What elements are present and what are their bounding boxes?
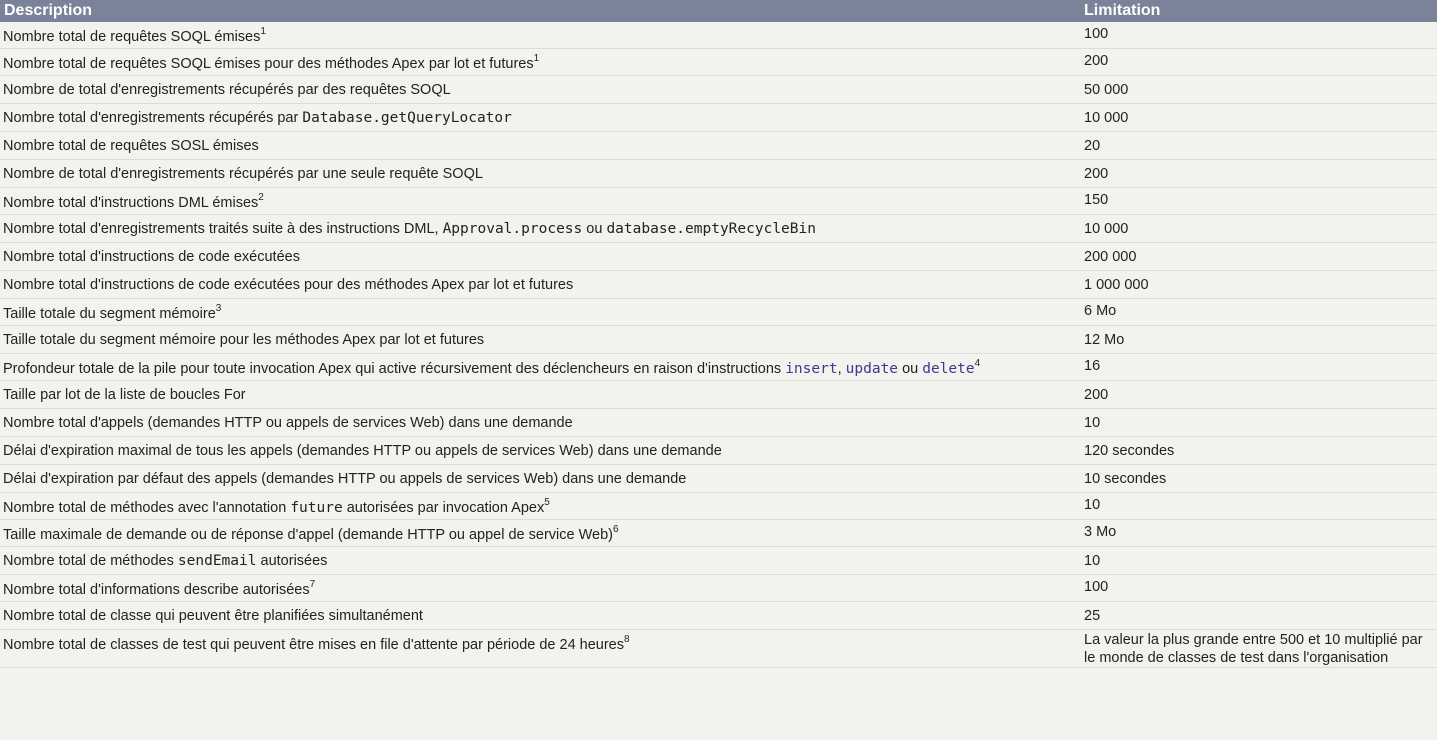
row-limit-value: 120 secondes: [1078, 436, 1437, 465]
table-row: Délai d'expiration maximal de tous les a…: [0, 436, 1437, 465]
table-row: Nombre total d'instructions de code exéc…: [0, 270, 1437, 299]
row-limit-value: 150: [1078, 187, 1437, 215]
code-snippet: database.emptyRecycleBin: [606, 221, 816, 237]
table-header-row: Description Limitation: [0, 0, 1437, 22]
limits-table: Description Limitation Nombre total de r…: [0, 0, 1437, 668]
table-row: Nombre total d'enregistrements récupérés…: [0, 103, 1437, 132]
row-description: Nombre total d'enregistrements traités s…: [0, 214, 1078, 243]
table-row: Taille totale du segment mémoire3 6 Mo: [0, 298, 1437, 326]
table-row: Profondeur totale de la pile pour toute …: [0, 353, 1437, 381]
row-description: Nombre total d'enregistrements récupérés…: [0, 103, 1078, 132]
row-description: Nombre total de requêtes SOSL émises: [0, 131, 1078, 160]
code-keyword: delete: [922, 361, 975, 377]
row-limit-value: 3 Mo: [1078, 519, 1437, 547]
table-row: Nombre total de classe qui peuvent être …: [0, 601, 1437, 630]
table-row: Nombre total de requêtes SOQL émises pou…: [0, 48, 1437, 76]
row-limit-value: 200: [1078, 159, 1437, 188]
row-limit-value: 20: [1078, 131, 1437, 160]
row-description: Délai d'expiration maximal de tous les a…: [0, 436, 1078, 465]
row-description: Nombre total de requêtes SOQL émises pou…: [0, 48, 1078, 76]
footnote-marker: 5: [544, 497, 550, 509]
row-description: Nombre total de classes de test qui peuv…: [0, 629, 1078, 668]
row-limit-value: 10 000: [1078, 103, 1437, 132]
code-snippet: future: [290, 500, 343, 516]
table-row: Nombre de total d'enregistrements récupé…: [0, 159, 1437, 188]
row-limit-value: 10: [1078, 546, 1437, 575]
row-limit-value: 6 Mo: [1078, 298, 1437, 326]
table-row: Nombre total de méthodes sendEmail autor…: [0, 546, 1437, 575]
code-snippet: Database.getQueryLocator: [302, 110, 512, 126]
row-description: Nombre total d'instructions DML émises2: [0, 187, 1078, 215]
row-limit-value: 25: [1078, 601, 1437, 630]
row-limit-value: 50 000: [1078, 75, 1437, 104]
code-snippet: sendEmail: [177, 553, 257, 569]
row-description: Taille par lot de la liste de boucles Fo…: [0, 380, 1078, 409]
row-limit-value: 100: [1078, 22, 1437, 49]
table-row: Nombre de total d'enregistrements récupé…: [0, 75, 1437, 104]
row-limit-value: 1 000 000: [1078, 270, 1437, 299]
table-row: Taille maximale de demande ou de réponse…: [0, 519, 1437, 547]
table-row: Nombre total de requêtes SOQL émises1 10…: [0, 22, 1437, 49]
table-row: Taille totale du segment mémoire pour le…: [0, 325, 1437, 354]
row-description: Nombre total d'instructions de code exéc…: [0, 242, 1078, 271]
table-row: Nombre total de méthodes avec l'annotati…: [0, 492, 1437, 520]
row-limit-value: 10: [1078, 408, 1437, 437]
table-row: Nombre total de requêtes SOSL émises 20: [0, 131, 1437, 160]
row-description: Nombre total de requêtes SOQL émises1: [0, 22, 1078, 49]
table-row: Nombre total d'appels (demandes HTTP ou …: [0, 408, 1437, 437]
row-description: Nombre total de méthodes avec l'annotati…: [0, 492, 1078, 520]
row-description: Nombre total d'instructions de code exéc…: [0, 270, 1078, 299]
table-row: Nombre total de classes de test qui peuv…: [0, 629, 1437, 668]
column-header-description: Description: [0, 0, 1078, 22]
code-keyword: update: [845, 361, 899, 377]
code-snippet: Approval.process: [442, 221, 583, 237]
row-limit-value: 200: [1078, 48, 1437, 76]
footnote-marker: 4: [974, 358, 981, 370]
row-description: Nombre total de méthodes sendEmail autor…: [0, 546, 1078, 575]
footnote-marker: 8: [624, 634, 630, 646]
row-description: Taille maximale de demande ou de réponse…: [0, 519, 1078, 547]
row-limit-value: 16: [1078, 353, 1437, 381]
row-limit-value: 200: [1078, 380, 1437, 409]
table-row: Taille par lot de la liste de boucles Fo…: [0, 380, 1437, 409]
row-description: Profondeur totale de la pile pour toute …: [0, 353, 1078, 381]
row-limit-value: 10 secondes: [1078, 464, 1437, 493]
row-description: Nombre total d'informations describe aut…: [0, 574, 1078, 602]
row-description: Nombre total de classe qui peuvent être …: [0, 601, 1078, 630]
row-limit-value: La valeur la plus grande entre 500 et 10…: [1078, 629, 1437, 668]
table-row: Délai d'expiration par défaut des appels…: [0, 464, 1437, 493]
footnote-marker: 7: [309, 579, 316, 591]
table-row: Nombre total d'enregistrements traités s…: [0, 214, 1437, 243]
row-limit-value: 10 000: [1078, 214, 1437, 243]
table-row: Nombre total d'informations describe aut…: [0, 574, 1437, 602]
footnote-marker: 3: [215, 303, 222, 315]
row-limit-value: 200 000: [1078, 242, 1437, 271]
footnote-marker: 2: [258, 192, 264, 204]
footnote-marker: 1: [260, 26, 266, 38]
row-description: Nombre total d'appels (demandes HTTP ou …: [0, 408, 1078, 437]
row-description: Taille totale du segment mémoire3: [0, 298, 1078, 326]
table-row: Nombre total d'instructions DML émises2 …: [0, 187, 1437, 215]
table-row: Nombre total d'instructions de code exéc…: [0, 242, 1437, 271]
row-limit-value: 100: [1078, 574, 1437, 602]
row-limit-value: 12 Mo: [1078, 325, 1437, 354]
row-description: Nombre de total d'enregistrements récupé…: [0, 75, 1078, 104]
row-description: Nombre de total d'enregistrements récupé…: [0, 159, 1078, 188]
column-header-limitation: Limitation: [1078, 0, 1437, 22]
footnote-marker: 1: [533, 53, 540, 65]
row-description: Délai d'expiration par défaut des appels…: [0, 464, 1078, 493]
row-description: Taille totale du segment mémoire pour le…: [0, 325, 1078, 354]
footnote-marker: 6: [612, 524, 619, 536]
code-keyword: insert: [785, 361, 838, 377]
row-limit-value: 10: [1078, 492, 1437, 520]
